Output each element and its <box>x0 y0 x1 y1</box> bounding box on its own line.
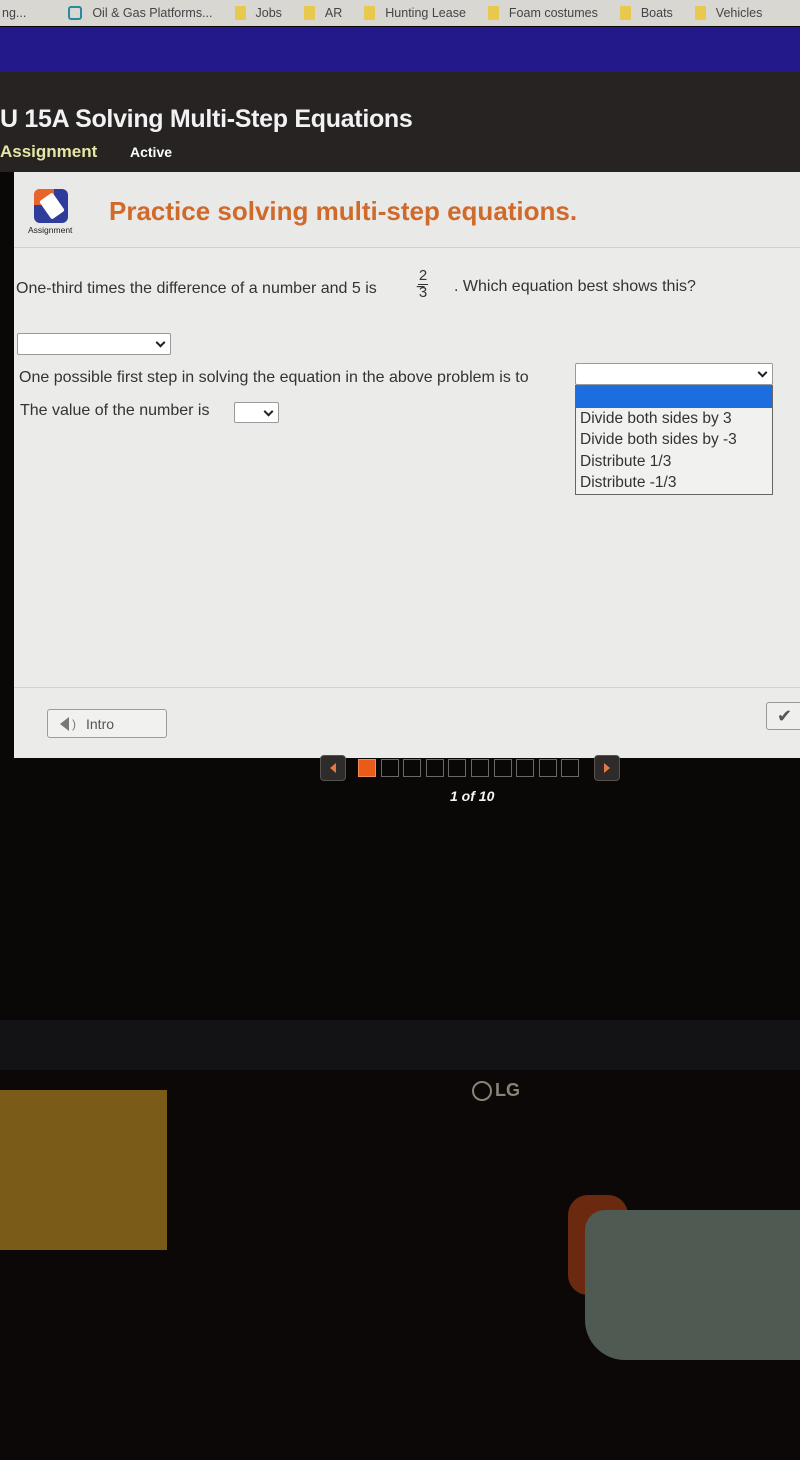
dropdown-option[interactable]: Divide both sides by -3 <box>576 429 772 451</box>
question-panel: Assignment Practice solving multi-step e… <box>14 172 800 758</box>
value-select[interactable] <box>234 402 279 423</box>
question-dot[interactable] <box>425 759 444 777</box>
lg-logo-icon <box>472 1080 492 1101</box>
question-dot[interactable] <box>561 759 580 777</box>
prompt-heading: Practice solving multi-step equations. <box>109 196 578 226</box>
first-step-text: One possible first step in solving the e… <box>19 369 529 386</box>
fraction-denominator: 3 <box>418 284 428 301</box>
assignment-icon <box>34 189 68 223</box>
assignment-type: Assignment <box>0 142 98 161</box>
bookmark-label: Jobs <box>255 6 282 20</box>
divider <box>14 687 800 688</box>
previous-question-button[interactable] <box>320 755 346 781</box>
dropdown-option[interactable] <box>576 386 772 408</box>
screen-background <box>0 758 800 1020</box>
dropdown-option[interactable]: Divide both sides by 3 <box>576 408 772 430</box>
bookmarks-bar: ng... Oil & Gas Platforms... Jobs AR Hun… <box>0 0 800 26</box>
dropdown-option[interactable]: Distribute -1/3 <box>576 472 772 494</box>
next-question-button[interactable] <box>593 755 620 781</box>
bookmark-item[interactable]: ng... <box>2 6 26 20</box>
page-title: U 15A Solving Multi-Step Equations <box>0 105 413 133</box>
bookmark-folder[interactable]: Foam costumes <box>487 6 598 20</box>
bookmark-label: ng... <box>2 6 27 20</box>
status-badge: Active <box>130 144 173 160</box>
question-pager <box>320 754 620 782</box>
first-step-dropdown-list: Divide both sides by 3 Divide both sides… <box>575 385 773 495</box>
bookmark-folder[interactable]: Boats <box>619 6 673 20</box>
question-dot-current[interactable] <box>358 759 376 777</box>
question-text-end: . Which equation best shows this? <box>454 278 696 295</box>
question-dot[interactable] <box>493 759 512 777</box>
question-dots <box>358 759 584 777</box>
bookmark-folder[interactable]: Vehicles <box>694 6 763 20</box>
folder-icon <box>619 6 631 20</box>
assignment-icon-label: Assignment <box>28 225 73 235</box>
bookmark-folder[interactable]: Hunting Lease <box>364 6 466 20</box>
background-cloth <box>585 1210 800 1360</box>
monitor-logo: LG <box>472 1080 520 1101</box>
fraction-numerator: 2 <box>418 267 428 284</box>
checkmark-icon: ✔ <box>777 706 793 726</box>
bookmark-folder[interactable]: AR <box>303 6 343 20</box>
question-dot[interactable] <box>470 759 489 777</box>
bookmark-label: Hunting Lease <box>385 6 466 20</box>
chevron-down-icon <box>155 337 166 348</box>
folder-icon <box>303 6 315 20</box>
fraction: 2 3 <box>418 268 428 301</box>
panel-header: Assignment Practice solving multi-step e… <box>14 172 800 248</box>
intro-label: Intro <box>86 715 115 732</box>
speaker-icon <box>60 716 69 731</box>
question-text: One-third times the difference of a numb… <box>16 280 377 297</box>
first-step-select[interactable] <box>575 363 773 385</box>
question-dot[interactable] <box>380 759 399 777</box>
bookmark-label: AR <box>324 6 343 20</box>
question-dot[interactable] <box>516 759 535 777</box>
folder-icon <box>234 6 246 20</box>
app-top-band <box>0 27 800 72</box>
monitor-bezel <box>0 1020 800 1070</box>
check-answer-button[interactable]: ✔ <box>766 702 800 730</box>
bookmark-label: Oil & Gas Platforms... <box>92 6 213 20</box>
bookmark-item[interactable]: Oil & Gas Platforms... <box>68 6 213 20</box>
pager-label: 1 of 10 <box>450 788 495 804</box>
question-dot[interactable] <box>448 759 467 777</box>
assignment-header: U 15A Solving Multi-Step Equations Assig… <box>0 72 800 172</box>
folder-icon <box>487 6 499 20</box>
bookmark-label: Foam costumes <box>508 6 598 20</box>
bookmark-folder[interactable]: Jobs <box>234 6 282 20</box>
folder-icon <box>364 6 376 20</box>
sticky-note <box>0 1090 167 1250</box>
question-dot[interactable] <box>403 759 422 777</box>
folder-icon <box>694 6 706 20</box>
bookmark-label: Vehicles <box>715 6 763 20</box>
chevron-down-icon <box>263 406 274 417</box>
intro-button[interactable]: ) Intro <box>47 709 167 738</box>
site-icon <box>68 6 83 20</box>
question-dot[interactable] <box>538 759 557 777</box>
chevron-down-icon <box>757 367 768 378</box>
sound-waves-icon: ) <box>72 716 76 731</box>
arrow-left-icon <box>330 763 336 773</box>
arrow-right-icon <box>603 763 610 773</box>
value-text: The value of the number is <box>20 402 210 419</box>
equation-select[interactable] <box>17 333 171 355</box>
bookmark-label: Boats <box>640 6 673 20</box>
dropdown-option[interactable]: Distribute 1/3 <box>576 451 772 473</box>
